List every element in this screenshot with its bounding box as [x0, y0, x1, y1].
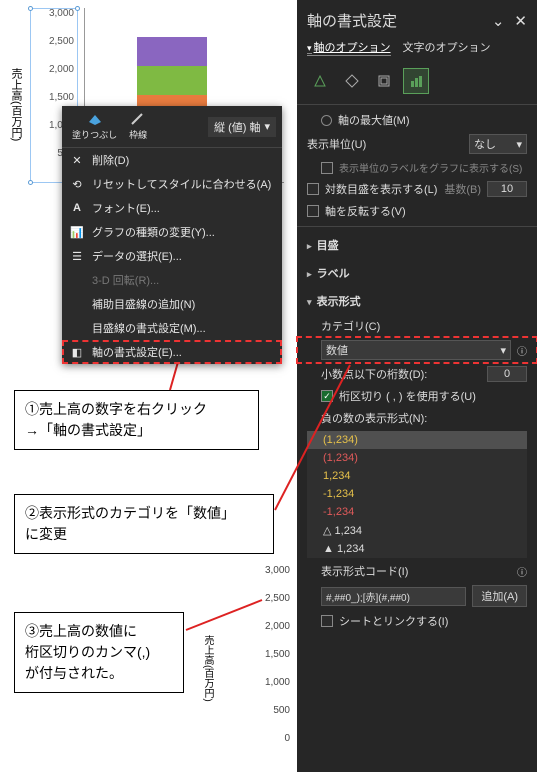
close-icon[interactable]: ✕ [514, 12, 527, 30]
mini-y-ticks: 3,000 2,500 2,000 1,500 1,000 500 0 [216, 565, 296, 761]
add-button[interactable]: 追加(A) [472, 585, 527, 607]
y-axis-title: 売上高(百万円) [8, 68, 24, 141]
size-icon[interactable] [371, 68, 397, 94]
negative-format-label: 負の数の表示形式(N): [297, 407, 537, 429]
checkbox[interactable] [307, 183, 319, 195]
ctx-reset-style[interactable]: ⟲リセットしてスタイルに合わせる(A) [62, 172, 282, 196]
annotation-3: ③売上高の数値に 桁区切りのカンマ(,) が付与された。 [14, 612, 184, 693]
section-number-format[interactable]: ▾ 表示形式 [297, 287, 537, 315]
dropdown-value: 縦 (値) 軸 [214, 119, 260, 135]
list-item[interactable]: -1,234 [307, 485, 527, 503]
list-item[interactable]: △ 1,234 [307, 521, 527, 540]
radio-icon[interactable] [321, 115, 332, 126]
bar-seg[interactable] [137, 37, 207, 66]
display-units-row: 表示単位(U) なし▾ [297, 131, 537, 157]
ctx-select-data[interactable]: ☰データの選択(E)... [62, 244, 282, 268]
axis-options-icon[interactable] [403, 68, 429, 94]
fill-tool[interactable]: 塗りつぶし [68, 110, 121, 143]
ctx-3d-rotate: 3-D 回転(R)... [62, 268, 282, 292]
ctx-delete[interactable]: ✕削除(D) [62, 148, 282, 172]
select-data-icon: ☰ [70, 250, 84, 263]
category-label: カテゴリ(C) [297, 315, 537, 337]
reset-icon: ⟲ [70, 178, 84, 191]
border-tool[interactable]: 枠線 [125, 110, 151, 143]
list-item[interactable]: -1,234 [307, 503, 527, 521]
font-icon: A [70, 202, 84, 214]
result-chart: 売上高(百万円) 3,000 2,500 2,000 1,500 1,000 5… [200, 565, 310, 765]
list-item[interactable]: 1,234 [307, 467, 527, 485]
ctx-change-chart-type[interactable]: 📊グラフの種類の変更(Y)... [62, 220, 282, 244]
tab-text-options[interactable]: 文字のオプション [403, 39, 491, 56]
display-units-select[interactable]: なし▾ [469, 134, 527, 154]
chart-type-icon: 📊 [70, 226, 84, 239]
ctx-font[interactable]: Aフォント(E)... [62, 196, 282, 220]
chevron-down-icon: ▾ [264, 120, 270, 133]
format-code-label: 表示形式コード(I) ⓘ [297, 560, 537, 582]
checkbox[interactable] [321, 615, 333, 627]
annotation-2: ②表示形式のカテゴリを「数値」 に変更 [14, 494, 274, 554]
chevron-down-icon: ▾ [516, 138, 522, 151]
list-item[interactable]: ▲ 1,234 [307, 540, 527, 558]
format-axis-pane: 軸の書式設定 ⌄ ✕ ▾軸のオプション 文字のオプション 軸の最大値(M) 表示… [297, 0, 537, 772]
bar-seg[interactable] [137, 66, 207, 95]
category-select-row: 数値▾ ⓘ [297, 337, 537, 363]
format-code-input[interactable]: #,##0_);[赤](#,##0) [321, 587, 466, 606]
section-label[interactable]: ▸ ラベル [297, 259, 537, 287]
tab-axis-options[interactable]: ▾軸のオプション [307, 39, 391, 56]
chevron-down-icon[interactable]: ⌄ [492, 12, 505, 30]
list-item[interactable]: (1,234) [307, 449, 527, 467]
ctx-add-minor-grid[interactable]: 補助目盛線の追加(N) [62, 292, 282, 316]
effects-icon[interactable] [339, 68, 365, 94]
decimal-places-input[interactable]: 0 [487, 366, 527, 382]
border-label: 枠線 [129, 128, 147, 141]
checkbox[interactable] [307, 205, 319, 217]
negative-format-list[interactable]: (1,234) (1,234) 1,234 -1,234 -1,234 △ 1,… [307, 431, 527, 558]
display-units-label-row: 表示単位のラベルをグラフに表示する(S) [297, 157, 537, 178]
ctx-format-gridlines[interactable]: 目盛線の書式設定(M)... [62, 316, 282, 340]
info-icon[interactable]: ⓘ [517, 564, 527, 579]
annotation-1: ①売上高の数字を右クリック →「軸の書式設定」 [14, 390, 259, 450]
link-sheet-row[interactable]: シートとリンクする(I) [297, 610, 537, 632]
pane-title: 軸の書式設定 [307, 10, 397, 31]
info-icon[interactable]: ⓘ [517, 343, 527, 358]
category-select[interactable]: 数値▾ [321, 340, 511, 360]
checkbox-checked[interactable]: ✓ [321, 390, 333, 402]
pen-icon [130, 112, 146, 126]
format-axis-icon: ◧ [70, 346, 84, 359]
section-tick[interactable]: ▸ 目盛 [297, 231, 537, 259]
context-menu: 塗りつぶし 枠線 縦 (値) 軸 ▾ ✕削除(D) ⟲リセットしてスタイルに合わ… [62, 106, 282, 364]
fill-line-icon[interactable] [307, 68, 333, 94]
paint-bucket-icon [87, 112, 103, 126]
axis-max-row[interactable]: 軸の最大値(M) [297, 109, 537, 131]
checkbox [321, 162, 333, 174]
reverse-axis-row[interactable]: 軸を反転する(V) [297, 200, 537, 222]
decimal-places-row: 小数点以下の桁数(D): 0 [297, 363, 537, 385]
log-scale-row[interactable]: 対数目盛を表示する(L) 基数(B) 10 [297, 178, 537, 200]
format-code-row: #,##0_);[赤](#,##0) 追加(A) [297, 582, 537, 610]
log-base-input: 10 [487, 181, 527, 197]
ctx-format-axis[interactable]: ◧軸の書式設定(E)... [62, 340, 282, 364]
chevron-down-icon: ▾ [500, 344, 506, 357]
fill-label: 塗りつぶし [72, 128, 117, 141]
axis-selector-dropdown[interactable]: 縦 (値) 軸 ▾ [208, 117, 276, 137]
mini-y-title: 売上高(百万円) [200, 635, 215, 702]
thousands-sep-row[interactable]: ✓ 桁区切り ( , ) を使用する(U) [297, 385, 537, 407]
delete-icon: ✕ [70, 154, 84, 167]
list-item[interactable]: (1,234) [307, 431, 527, 449]
